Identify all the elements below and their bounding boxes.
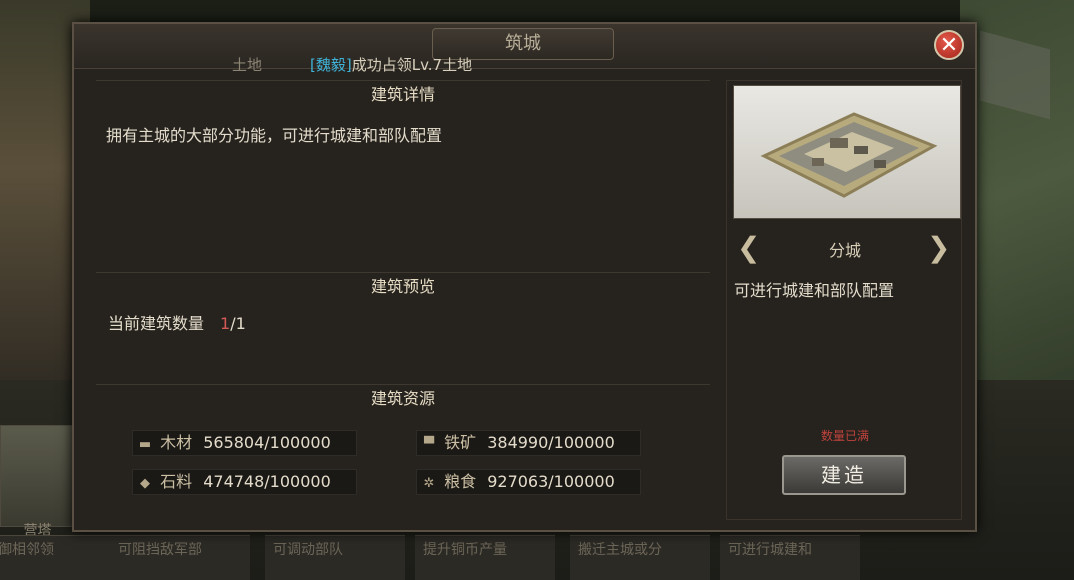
background-map <box>960 0 1074 380</box>
background-card: 可调动部队 <box>265 535 405 580</box>
stone-icon: ◆ <box>140 476 150 491</box>
background-card: 提升铜币产量 <box>415 535 555 580</box>
resource-wood: ▬ 木材 565804/100000 <box>132 430 357 456</box>
count-label: 当前建筑数量 <box>108 314 205 333</box>
close-icon: ✕ <box>939 33 959 58</box>
notice-prefix: 土地 <box>232 56 263 74</box>
building-preview-image <box>733 85 961 219</box>
left-panel: 建筑详情 拥有主城的大部分功能，可进行城建和部队配置 建筑预览 当前建筑数量 1/… <box>96 80 710 520</box>
resource-iron: ▀ 铁矿 384990/100000 <box>416 430 641 456</box>
resource-grain: ✲ 粮食 927063/100000 <box>416 469 641 495</box>
occupation-notice: [魏毅]成功占领Lv.7土地 <box>310 54 472 75</box>
dialog-header: 筑城 ✕ <box>74 24 975 69</box>
background-building-thumb <box>0 425 77 527</box>
resource-value: 927063/100000 <box>487 472 615 491</box>
building-description: 拥有主城的大部分功能，可进行城建和部队配置 <box>106 126 443 145</box>
resource-value: 474748/100000 <box>203 472 331 491</box>
background-card: 搬迁主城或分 <box>570 535 710 580</box>
chevron-right-icon[interactable]: ❯ <box>927 233 950 263</box>
resource-name: 石料 <box>160 472 193 491</box>
resource-value: 384990/100000 <box>487 433 615 452</box>
build-city-dialog: 筑城 ✕ 土地 [魏毅]成功占领Lv.7土地 建筑详情 拥有主城的大部分功能，可… <box>72 22 977 532</box>
resource-name: 木材 <box>160 433 193 452</box>
building-type-description: 可进行城建和部队配置 <box>734 281 895 300</box>
details-heading: 建筑详情 <box>96 80 710 109</box>
wood-icon: ▬ <box>138 437 152 452</box>
count-current: 1 <box>220 314 231 333</box>
close-button[interactable]: ✕ <box>934 30 964 60</box>
grain-icon: ✲ <box>423 476 435 491</box>
count-max: /1 <box>230 314 246 333</box>
resource-name: 粮食 <box>444 472 477 491</box>
build-button[interactable]: 建造 <box>782 455 906 495</box>
right-panel: ❮ 分城 ❯ 可进行城建和部队配置 数量已满 建造 <box>726 80 962 520</box>
building-count: 当前建筑数量 1/1 <box>108 310 246 334</box>
resource-value: 565804/100000 <box>203 433 331 452</box>
iron-icon: ▀ <box>424 437 434 452</box>
resources-heading: 建筑资源 <box>96 384 710 413</box>
city-illustration <box>760 112 938 198</box>
background-card: 可进行城建和 <box>720 535 860 580</box>
preview-heading: 建筑预览 <box>96 272 710 301</box>
background-card: 可阻挡敌军部 <box>110 535 250 580</box>
notice-player-name: [魏毅] <box>310 56 352 74</box>
resource-stone: ◆ 石料 474748/100000 <box>132 469 357 495</box>
resource-name: 铁矿 <box>444 433 477 452</box>
notice-text: 成功占领Lv.7土地 <box>351 56 473 74</box>
quantity-full-status: 数量已满 <box>820 429 869 443</box>
